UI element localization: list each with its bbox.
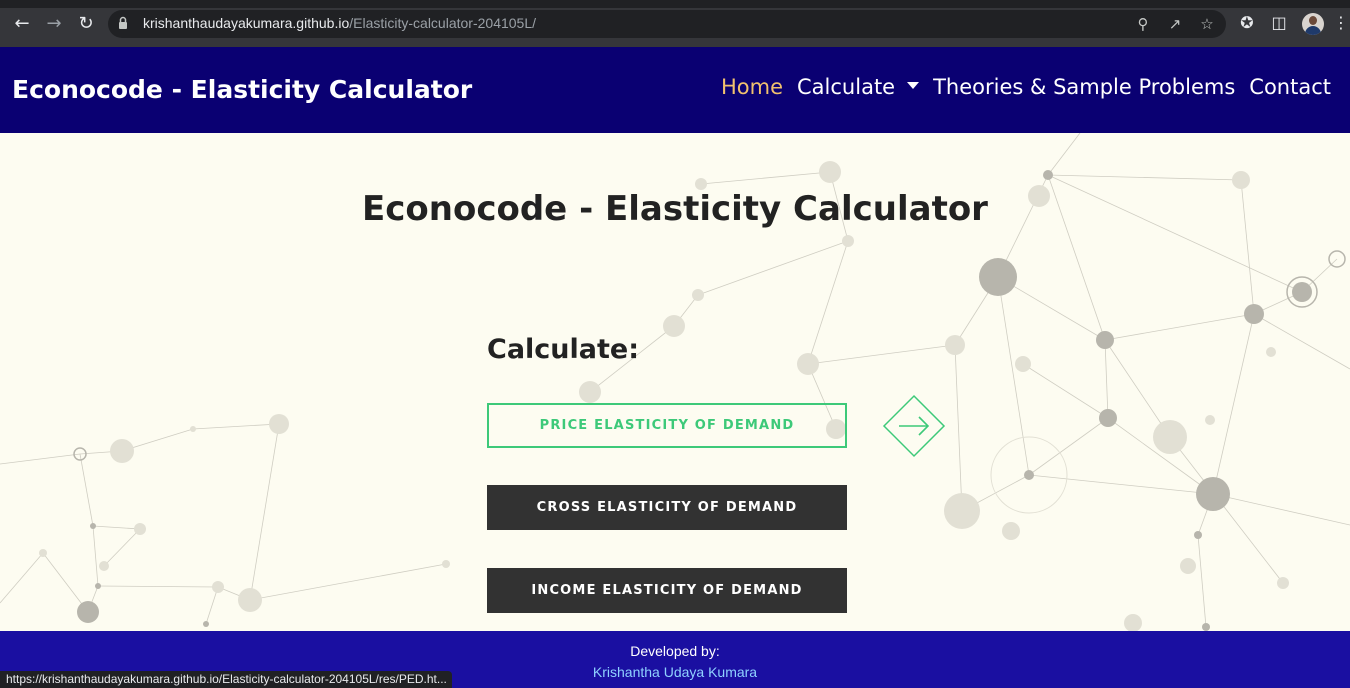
nav-links: Home Calculate Theories & Sample Problem… <box>721 75 1331 99</box>
cross-elasticity-button[interactable]: CROSS ELASTICITY OF DEMAND <box>487 485 847 530</box>
forward-icon[interactable]: → <box>42 12 66 36</box>
price-elasticity-button[interactable]: PRICE ELASTICITY OF DEMAND <box>487 403 847 448</box>
side-panel-icon[interactable]: ◫ <box>1268 12 1290 34</box>
arrow-right-icon[interactable] <box>882 394 946 458</box>
link-status-bar: https://krishanthaudayakumara.github.io/… <box>0 671 452 688</box>
nav-home-link[interactable]: Home <box>721 75 783 99</box>
calculate-heading: Calculate: <box>487 334 640 365</box>
nav-contact-link[interactable]: Contact <box>1249 75 1331 99</box>
caret-down-icon <box>907 81 920 89</box>
brand-title[interactable]: Econocode - Elasticity Calculator <box>12 75 472 104</box>
browser-toolbar: ← → ↻ krishanthaudayakumara.github.io/El… <box>0 0 1350 47</box>
url-host: krishanthaudayakumara.github.io <box>143 15 350 31</box>
page-title: Econocode - Elasticity Calculator <box>362 189 988 229</box>
lock-icon[interactable] <box>118 16 128 30</box>
url-path: /Elasticity-calculator-204105L/ <box>349 15 537 31</box>
reload-icon[interactable]: ↻ <box>74 12 98 36</box>
nav-calculate-dropdown[interactable]: Calculate <box>797 75 920 99</box>
extensions-icon[interactable]: ✪ <box>1236 12 1258 34</box>
income-elasticity-button[interactable]: INCOME ELASTICITY OF DEMAND <box>487 568 847 613</box>
address-bar[interactable]: krishanthaudayakumara.github.io/Elastici… <box>108 10 1226 38</box>
star-icon[interactable]: ☆ <box>1197 14 1217 34</box>
share-icon[interactable]: ↗ <box>1165 14 1185 34</box>
developed-by-label: Developed by: <box>630 643 720 659</box>
site-navbar: Econocode - Elasticity Calculator Home C… <box>0 47 1350 133</box>
tab-strip <box>0 0 1350 8</box>
zoom-icon[interactable]: ⚲ <box>1133 14 1153 34</box>
menu-icon[interactable]: ⋮ <box>1333 12 1349 34</box>
nav-theories-link[interactable]: Theories & Sample Problems <box>933 75 1235 99</box>
back-icon[interactable]: ← <box>10 12 34 36</box>
avatar[interactable] <box>1302 13 1324 35</box>
nav-calculate-label: Calculate <box>797 75 896 99</box>
url-text: krishanthaudayakumara.github.io/Elastici… <box>143 15 536 31</box>
main-content: Econocode - Elasticity Calculator Calcul… <box>0 133 1350 631</box>
